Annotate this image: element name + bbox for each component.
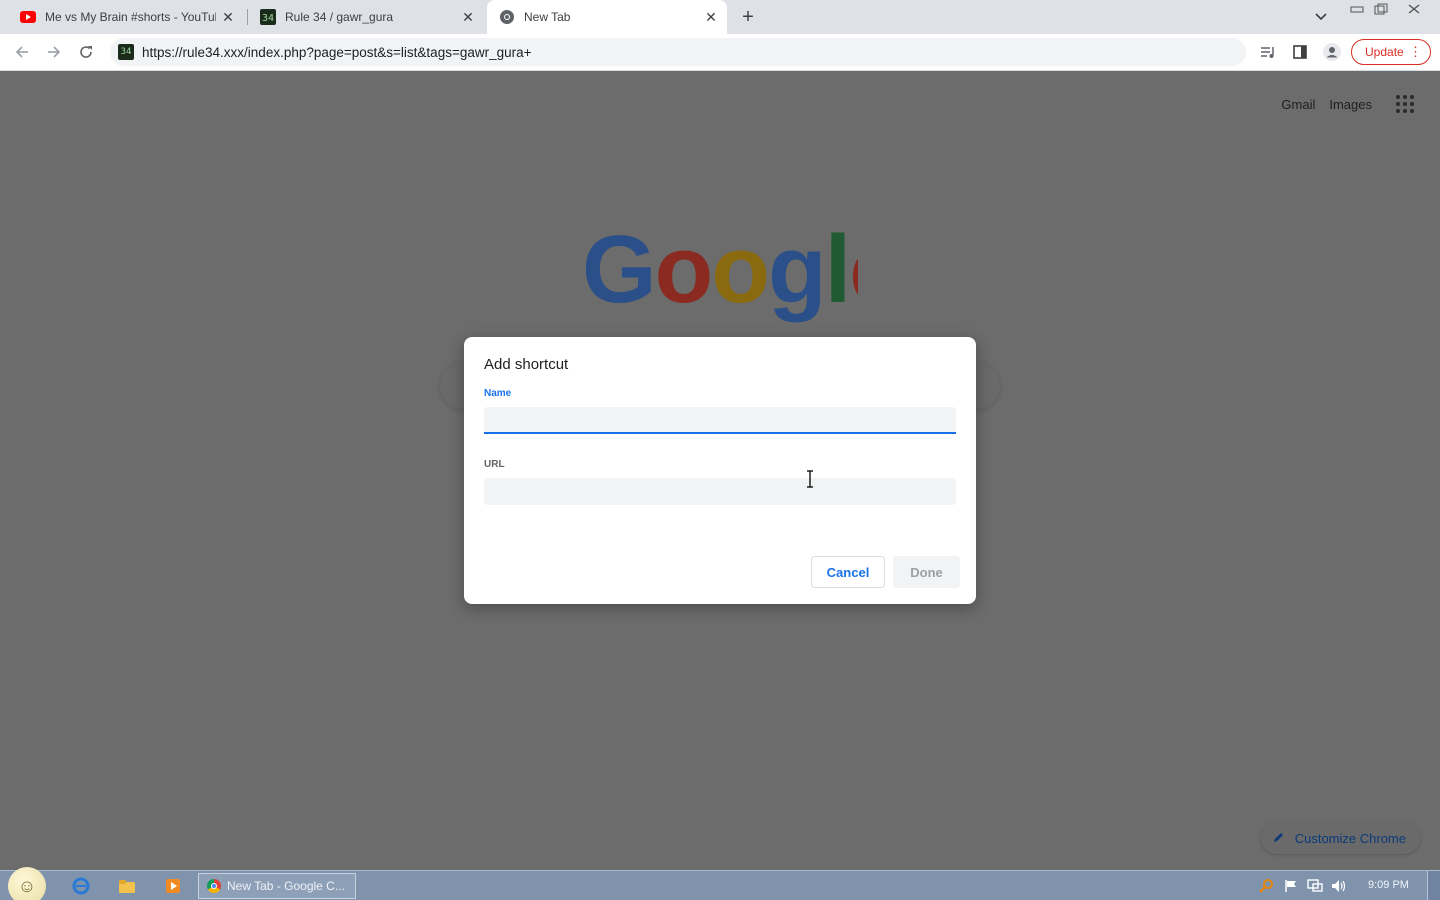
add-shortcut-dialog: Add shortcut Name URL Cancel Done <box>464 337 976 604</box>
more-menu-icon[interactable]: ⋮ <box>1409 44 1422 60</box>
taskbar-window-title: New Tab - Google C... <box>227 879 345 893</box>
internet-explorer-icon[interactable] <box>71 876 91 896</box>
images-link[interactable]: Images <box>1329 97 1372 112</box>
media-control-icon[interactable] <box>1256 40 1280 64</box>
gmail-link[interactable]: Gmail <box>1281 97 1315 112</box>
dialog-title: Add shortcut <box>484 356 569 373</box>
close-tab-icon[interactable]: ✕ <box>703 9 719 25</box>
rule34-site-icon: 34 <box>260 9 276 25</box>
youtube-icon <box>20 9 36 25</box>
tab-title: Me vs My Brain #shorts - YouTub <box>45 10 216 24</box>
profile-avatar-icon[interactable] <box>1320 40 1344 64</box>
url-label: URL <box>484 459 505 470</box>
network-icon[interactable] <box>1306 877 1324 895</box>
taskbar-chrome-window[interactable]: New Tab - Google C... <box>198 873 356 899</box>
taskbar: ☺ New Tab - Google C... 9:09 PM <box>0 867 1440 900</box>
tab-youtube[interactable]: Me vs My Brain #shorts - YouTub ✕ <box>8 0 244 34</box>
action-center-flag-icon[interactable] <box>1282 877 1300 895</box>
chrome-new-tab-icon <box>499 9 515 25</box>
update-button[interactable]: Update ⋮ <box>1351 39 1431 65</box>
search-tray-icon[interactable] <box>1257 877 1275 895</box>
done-button[interactable]: Done <box>893 556 960 588</box>
restore-icon[interactable] <box>1367 0 1394 18</box>
new-tab-plus-icon[interactable]: + <box>736 5 760 29</box>
svg-text:Google: Google <box>582 226 858 323</box>
url-input[interactable] <box>484 478 956 505</box>
chrome-icon <box>207 879 221 893</box>
google-apps-icon[interactable] <box>1394 93 1416 115</box>
forward-icon[interactable] <box>42 40 66 64</box>
pencil-icon <box>1273 831 1285 846</box>
name-input[interactable] <box>484 407 956 434</box>
tab-title: New Tab <box>524 10 571 24</box>
browser-toolbar: 34 https://rule34.xxx/index.php?page=pos… <box>0 34 1440 71</box>
name-label: Name <box>484 388 512 399</box>
back-icon[interactable] <box>10 40 34 64</box>
tab-strip: Me vs My Brain #shorts - YouTub ✕ 34 Rul… <box>0 0 1440 34</box>
file-explorer-icon[interactable] <box>117 876 137 896</box>
tab-title: Rule 34 / gawr_gura <box>285 10 394 24</box>
site-favicon-icon: 34 <box>118 44 134 60</box>
update-label: Update <box>1365 45 1404 59</box>
svg-text:34: 34 <box>262 13 274 24</box>
tab-new-tab[interactable]: New Tab ✕ <box>487 0 727 34</box>
media-player-icon[interactable] <box>163 876 183 896</box>
address-bar[interactable]: 34 https://rule34.xxx/index.php?page=pos… <box>110 38 1246 66</box>
close-window-icon[interactable] <box>1400 0 1427 18</box>
show-desktop-button[interactable] <box>1427 871 1440 900</box>
system-clock[interactable]: 9:09 PM <box>1368 879 1409 891</box>
cancel-button[interactable]: Cancel <box>811 556 885 588</box>
minimize-icon[interactable] <box>1343 0 1370 18</box>
text-cursor-icon <box>807 470 813 488</box>
address-url: https://rule34.xxx/index.php?page=post&s… <box>142 44 532 60</box>
tab-search-chevron-icon[interactable] <box>1310 6 1332 28</box>
reload-icon[interactable] <box>74 40 98 64</box>
customize-chrome-button[interactable]: Customize Chrome <box>1260 822 1420 854</box>
tab-rule34[interactable]: 34 Rule 34 / gawr_gura ✕ <box>248 0 484 34</box>
customize-label: Customize Chrome <box>1294 830 1406 846</box>
side-panel-icon[interactable] <box>1288 40 1312 64</box>
close-tab-icon[interactable]: ✕ <box>460 9 476 25</box>
top-links: Gmail Images <box>1281 93 1416 115</box>
volume-icon[interactable] <box>1330 877 1348 895</box>
close-tab-icon[interactable]: ✕ <box>220 9 236 25</box>
start-button-icon[interactable]: ☺ <box>8 867 46 900</box>
google-logo: Google <box>582 226 858 323</box>
